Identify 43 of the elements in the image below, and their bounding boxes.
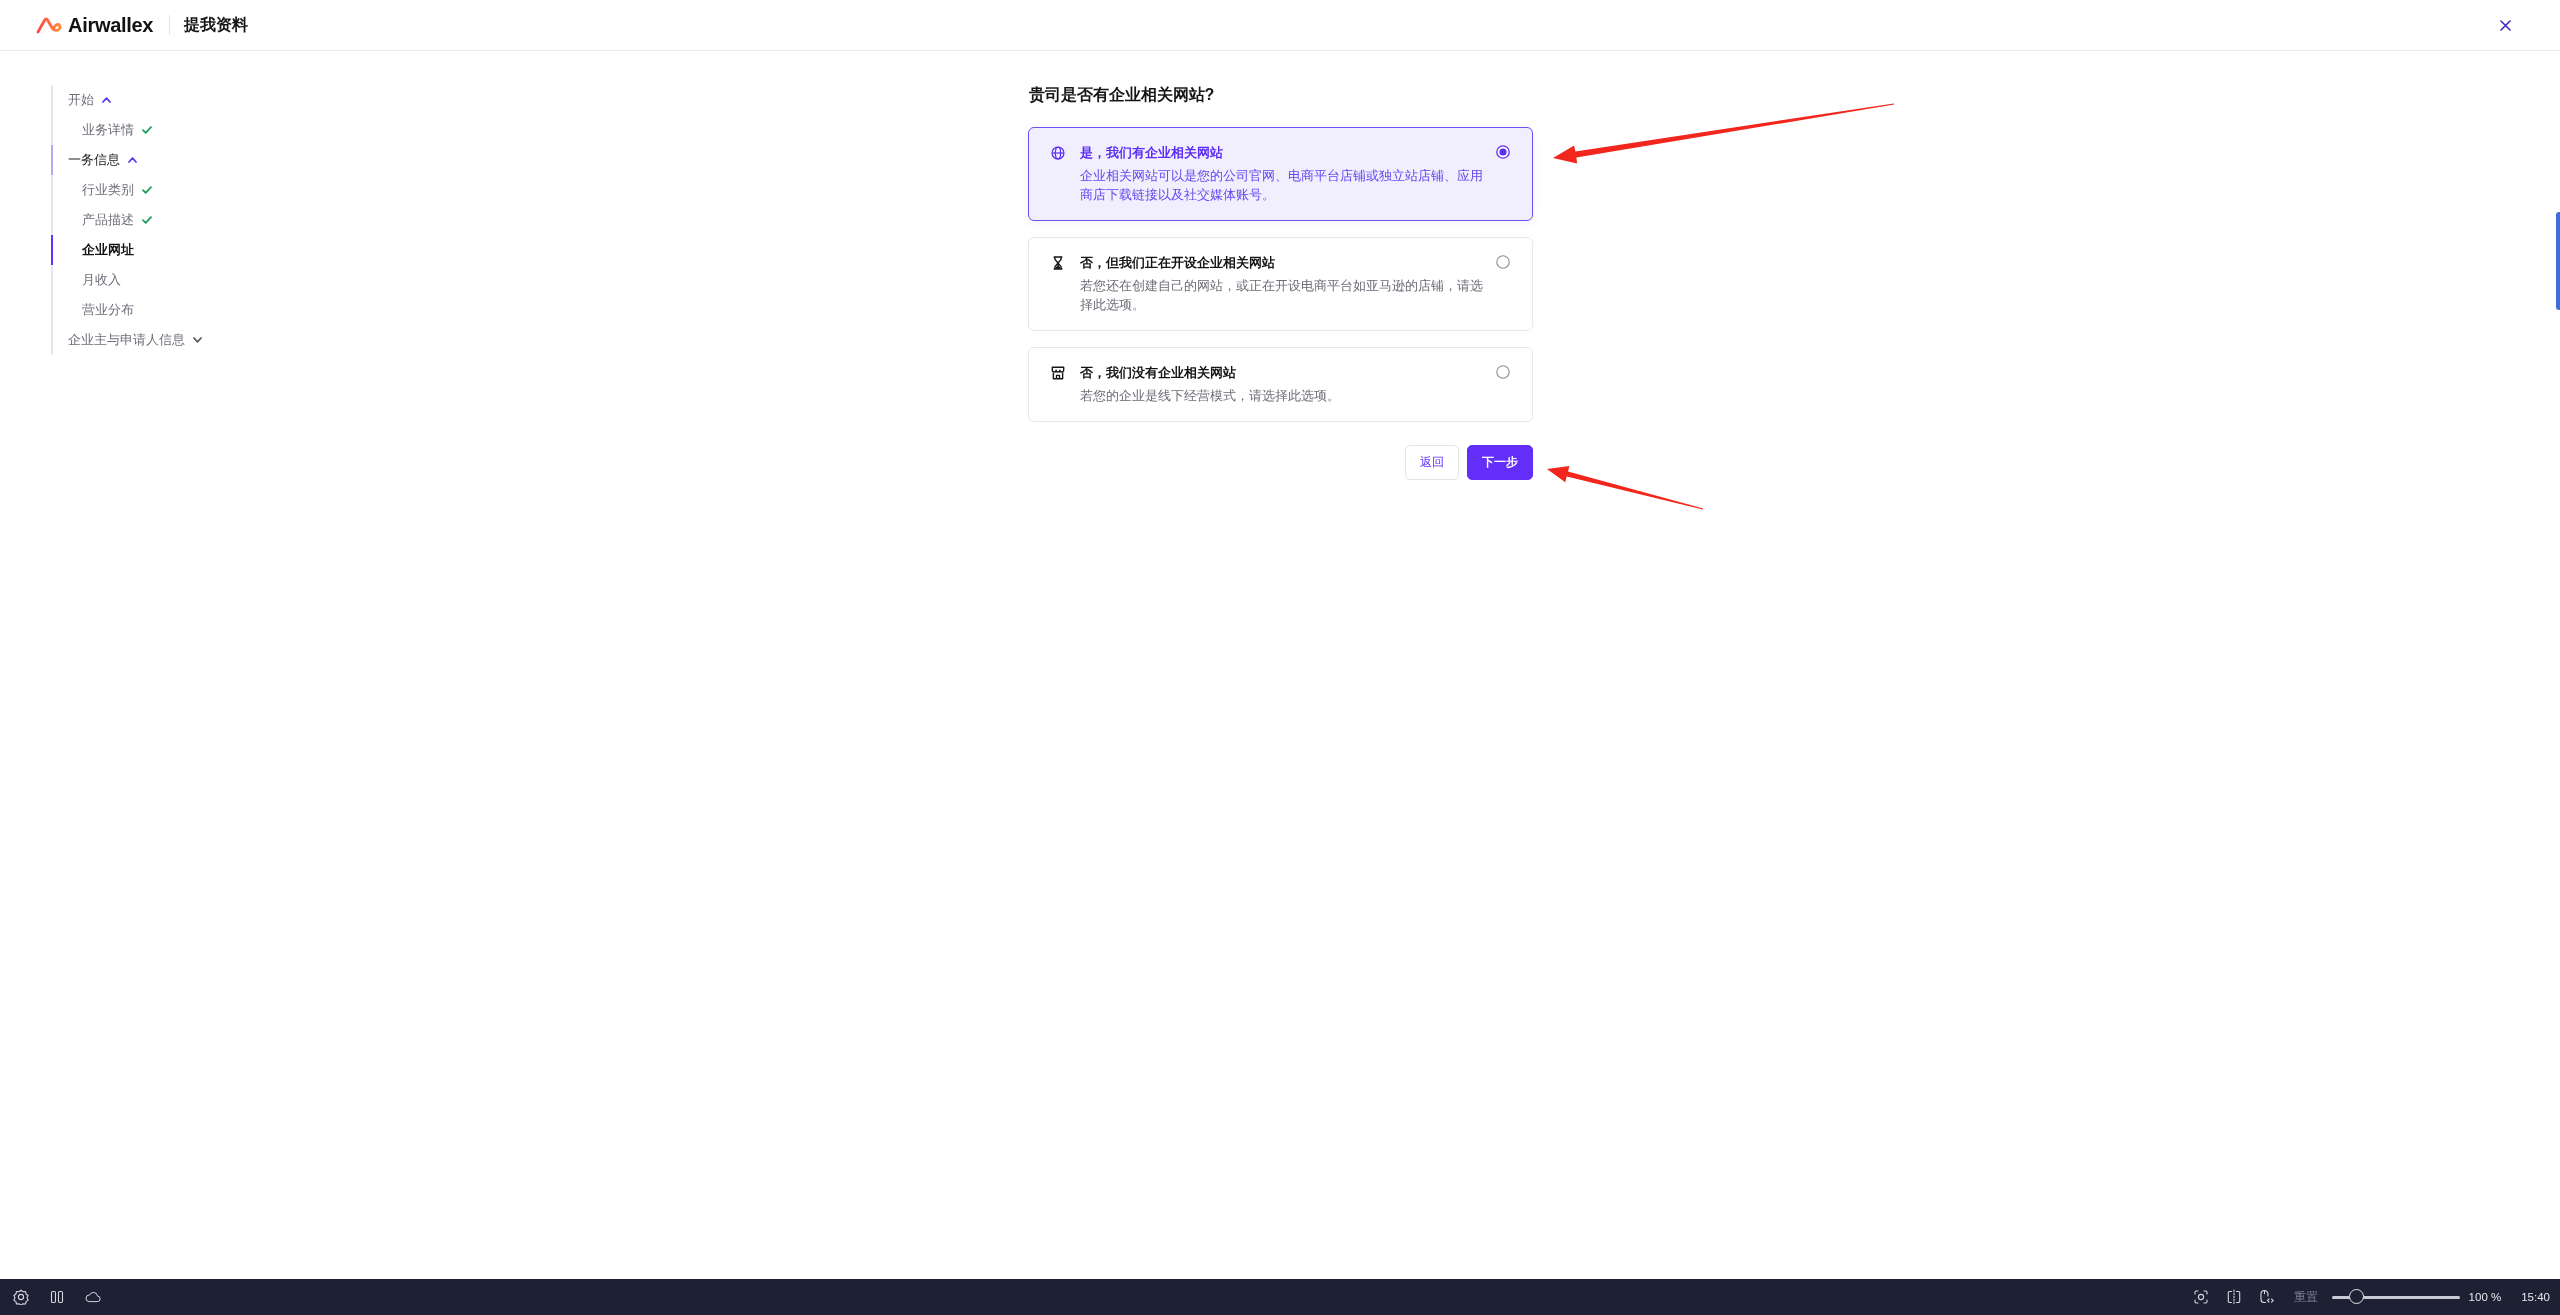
sidebar-item[interactable]: 产品描述 <box>51 205 206 235</box>
chevron-up-icon[interactable] <box>128 157 137 163</box>
page-title: 提我资料 <box>184 14 249 35</box>
mouse-code-icon[interactable] <box>2258 1289 2275 1305</box>
option-card[interactable]: 否，我们没有企业相关网站 若您的企业是线下经营模式，请选择此选项。 <box>1027 347 1533 422</box>
cloud-icon[interactable] <box>85 1289 101 1305</box>
storefront-icon <box>1050 366 1065 380</box>
option-title: 是，我们有企业相关网站 <box>1079 145 1224 162</box>
sidebar-item[interactable]: 企业主与申请人信息 <box>51 325 206 355</box>
next-button[interactable]: 下一步 <box>1466 445 1533 480</box>
columns-icon[interactable] <box>49 1289 65 1305</box>
clock-text: 15:40 <box>2521 1291 2550 1303</box>
sidebar-item[interactable]: 营业分布 <box>51 295 206 325</box>
settings-icon[interactable] <box>13 1289 29 1305</box>
slider-thumb[interactable] <box>2349 1288 2365 1304</box>
radio-icon[interactable] <box>1495 255 1510 269</box>
zoom-level-text: 100 % <box>2468 1291 2502 1303</box>
option-description: 企业相关网站可以是您的公司官网、电商平台店铺或独立站店铺、应用商店下载链接以及社交媒体账号。 <box>1079 168 1484 204</box>
sidebar-item[interactable]: 开始 <box>51 85 206 115</box>
option-card[interactable]: 是，我们有企业相关网站 企业相关网站可以是您的公司官网、电商平台店铺或独立站店铺、应用商店下载链接以及社交媒体账号。 <box>1027 127 1533 221</box>
split-frame-icon[interactable] <box>2225 1289 2242 1305</box>
option-title: 否，但我们正在开设企业相关网站 <box>1079 255 1276 272</box>
question-title: 贵司是否有企业相关网站? <box>1028 85 1216 105</box>
focus-frame-icon[interactable] <box>2192 1289 2209 1305</box>
sidebar-item[interactable]: 行业类别 <box>51 175 206 205</box>
close-icon[interactable] <box>2500 19 2511 31</box>
radio-icon[interactable] <box>1495 365 1510 379</box>
globe-icon <box>1050 146 1065 160</box>
option-card[interactable]: 否，但我们正在开设企业相关网站 若您还在创建自己的网站，或正在开设电商平台如亚马逊的店铺，请选择此选项。 <box>1027 237 1533 331</box>
option-title: 否，我们没有企业相关网站 <box>1079 365 1237 382</box>
sidebar-item[interactable]: 月收入 <box>51 265 206 295</box>
sidebar-item[interactable]: 业务详情 <box>51 115 206 145</box>
option-description: 若您还在创建自己的网站，或正在开设电商平台如亚马逊的店铺，请选择此选项。 <box>1079 278 1484 314</box>
logo-icon <box>36 16 63 34</box>
chevron-up-icon[interactable] <box>102 97 111 103</box>
reset-link[interactable]: 重置 <box>2293 1289 2318 1305</box>
sidebar-item[interactable]: 一务信息 <box>51 145 206 175</box>
sidebar-item[interactable]: 企业网址 <box>51 235 206 265</box>
option-description: 若您的企业是线下经营模式，请选择此选项。 <box>1079 388 1341 405</box>
chevron-down-icon[interactable] <box>193 337 202 343</box>
back-button[interactable]: 返回 <box>1404 445 1459 480</box>
brand-name: Airwallex <box>68 13 154 37</box>
radio-selected-icon[interactable] <box>1495 145 1510 159</box>
